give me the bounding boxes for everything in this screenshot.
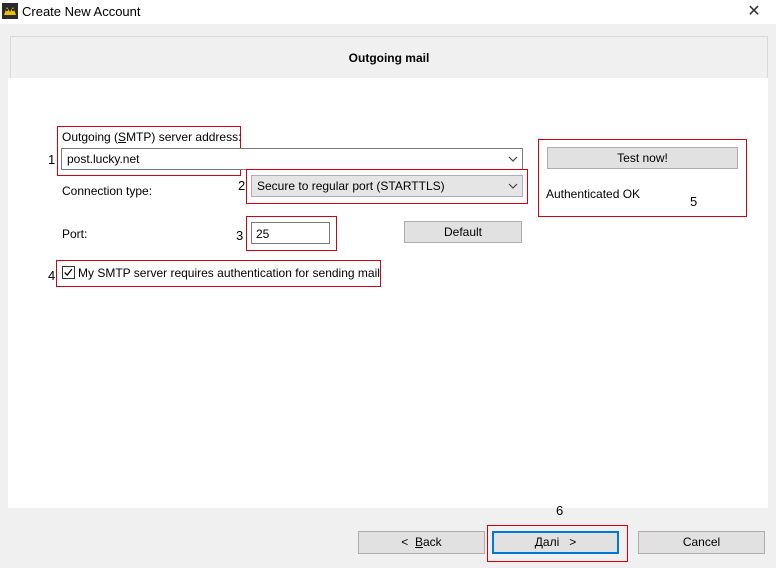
auth-checkbox[interactable] (62, 266, 75, 279)
marker-4: 4 (48, 268, 56, 283)
marker-6: 6 (556, 503, 564, 518)
app-icon (2, 3, 18, 19)
title-bar: Create New Account ✕ (0, 0, 776, 24)
connection-type-select[interactable]: Secure to regular port (STARTTLS) (251, 175, 523, 197)
port-value: 25 (256, 227, 270, 241)
next-button[interactable]: Далі > (492, 531, 619, 554)
checkmark-icon (64, 268, 73, 276)
connection-type-value: Secure to regular port (STARTTLS) (257, 179, 445, 193)
marker-5: 5 (690, 194, 698, 209)
chevron-down-icon[interactable] (508, 154, 518, 164)
chevron-down-icon[interactable] (508, 181, 518, 191)
port-input[interactable]: 25 (251, 222, 330, 244)
connection-type-label: Connection type: (62, 184, 153, 198)
test-status: Authenticated OK (546, 187, 641, 201)
page-title: Outgoing mail (348, 51, 430, 65)
smtp-server-combobox[interactable]: post.lucky.net (61, 148, 523, 170)
port-label: Port: (62, 227, 88, 241)
marker-1: 1 (48, 152, 56, 167)
default-port-button[interactable]: Default (404, 221, 522, 243)
auth-checkbox-label[interactable]: My SMTP server requires authentication f… (78, 266, 380, 280)
test-now-button[interactable]: Test now! (547, 147, 738, 169)
marker-2: 2 (238, 178, 246, 193)
cancel-button[interactable]: Cancel (638, 531, 765, 554)
close-icon[interactable]: ✕ (742, 0, 766, 24)
page-header: Outgoing mail (10, 36, 768, 79)
back-button[interactable]: < Back (358, 531, 485, 554)
smtp-server-value: post.lucky.net (67, 152, 140, 166)
smtp-label: Outgoing (SMTP) server address: (62, 130, 242, 144)
marker-3: 3 (236, 228, 244, 243)
window-title: Create New Account (22, 4, 141, 19)
